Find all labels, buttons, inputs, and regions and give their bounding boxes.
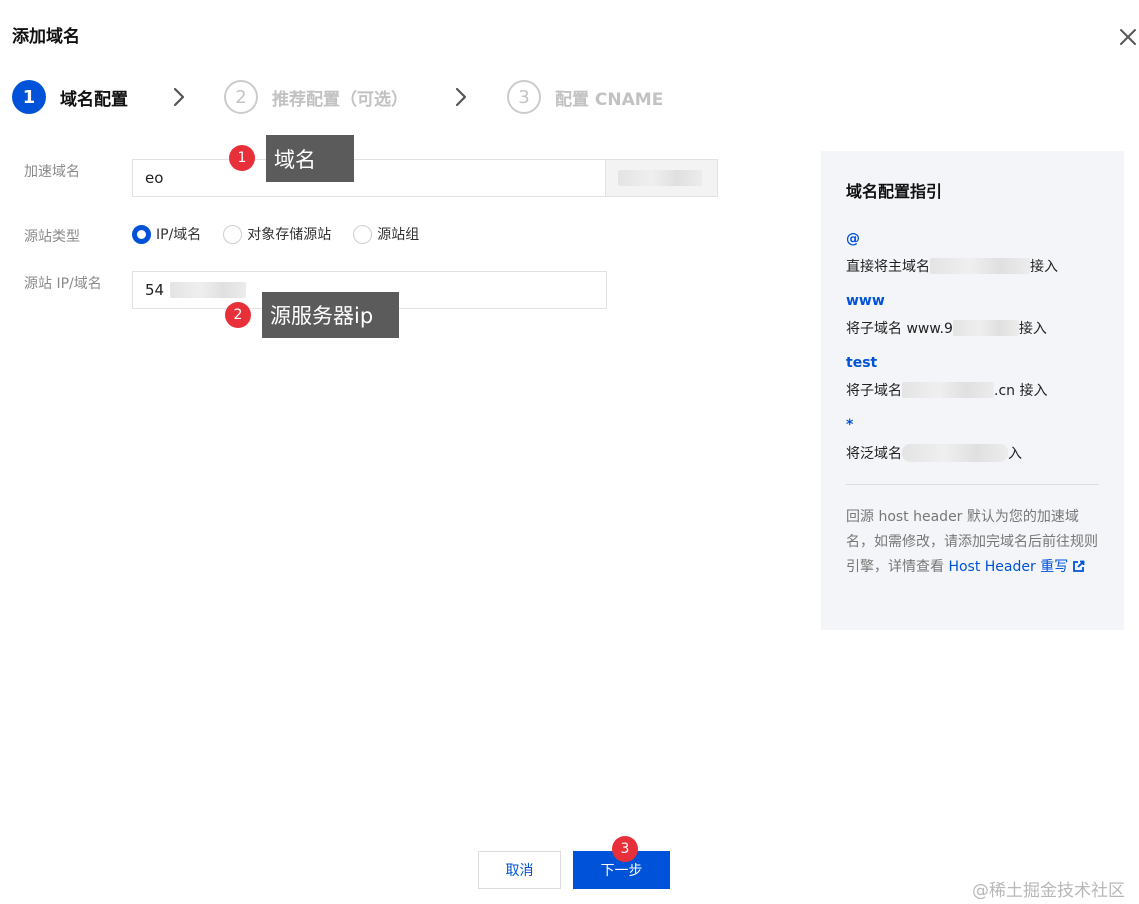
step-label: 配置 CNAME xyxy=(555,89,664,110)
guide-divider xyxy=(846,484,1099,485)
guide-desc-text: 直接将主域名 xyxy=(846,259,930,275)
radio-ip-domain[interactable]: IP/域名 xyxy=(132,224,201,244)
step-cname-config[interactable]: 3 配置 CNAME xyxy=(507,80,663,114)
redacted-value xyxy=(618,170,702,186)
radio-checked-icon xyxy=(132,224,151,244)
annotation-badge: 1 xyxy=(229,145,255,171)
guide-desc: 将子域名 www.9 接入 xyxy=(846,318,1047,338)
guide-note: 回源 host header 默认为您的加速域名，如需修改，请添加完域名后前往规… xyxy=(846,505,1102,580)
radio-label: 源站组 xyxy=(377,227,420,243)
redacted-value xyxy=(930,258,1030,274)
close-icon[interactable] xyxy=(1117,26,1139,48)
guide-desc-text: 将子域名 xyxy=(846,383,902,399)
annotation-label: 域名 xyxy=(266,135,354,182)
guide-desc-text: 入 xyxy=(1008,446,1022,462)
guide-desc-text: 接入 xyxy=(1030,259,1058,275)
radio-label: 对象存储源站 xyxy=(247,227,332,243)
guide-key: www xyxy=(846,293,885,309)
domain-label: 加速域名 xyxy=(24,164,80,180)
domain-input-value: eo xyxy=(145,169,164,187)
guide-key: * xyxy=(846,417,854,433)
redacted-value xyxy=(952,320,1019,336)
link-text: Host Header 重写 xyxy=(948,559,1069,575)
radio-object-storage[interactable]: 对象存储源站 xyxy=(223,224,331,244)
origin-label: 源站 IP/域名 xyxy=(24,276,102,292)
guide-key: test xyxy=(846,355,878,371)
guide-desc-text: 接入 xyxy=(1018,321,1047,337)
guide-desc: 将子域名 .cn 接入 xyxy=(846,380,1047,400)
radio-unchecked-icon xyxy=(223,224,243,244)
step-recommended-config[interactable]: 2 推荐配置（可选） xyxy=(224,80,408,114)
domain-input[interactable]: eo xyxy=(132,159,718,197)
radio-unchecked-icon xyxy=(353,224,373,244)
chevron-right-icon xyxy=(455,87,467,107)
radio-origin-group[interactable]: 源站组 xyxy=(353,224,419,244)
guide-desc: 直接将主域名 接入 xyxy=(846,256,1058,276)
host-header-rewrite-link[interactable]: Host Header 重写 xyxy=(948,559,1085,575)
domain-suffix-select[interactable] xyxy=(605,160,717,196)
step-number: 3 xyxy=(507,80,541,114)
chevron-right-icon xyxy=(173,87,185,107)
redacted-value xyxy=(902,382,994,398)
origin-type-label: 源站类型 xyxy=(24,229,80,245)
domain-config-guide: 域名配置指引 @ 直接将主域名 接入 www 将子域名 www.9 接入 tes… xyxy=(821,151,1124,630)
origin-type-radio-group: IP/域名 对象存储源站 源站组 xyxy=(132,222,441,246)
guide-desc: 将泛域名 入 xyxy=(846,443,1022,463)
cancel-button[interactable]: 取消 xyxy=(478,851,561,889)
external-link-icon xyxy=(1073,560,1085,572)
step-domain-config[interactable]: 1 域名配置 xyxy=(12,80,128,114)
dialog-title: 添加域名 xyxy=(12,27,80,47)
guide-desc-text: 将泛域名 xyxy=(846,446,902,462)
guide-key: @ xyxy=(846,231,860,247)
annotation-badge: 3 xyxy=(612,836,638,862)
step-number: 1 xyxy=(12,80,46,114)
radio-label: IP/域名 xyxy=(156,227,202,243)
redacted-value xyxy=(902,444,1008,462)
annotation-label: 源服务器ip xyxy=(262,292,399,338)
step-number: 2 xyxy=(224,80,258,114)
guide-desc-text: .cn 接入 xyxy=(994,383,1048,399)
annotation-badge: 2 xyxy=(225,302,251,328)
guide-title: 域名配置指引 xyxy=(846,182,943,201)
watermark: @稀土掘金技术社区 xyxy=(972,881,1125,901)
step-label: 域名配置 xyxy=(60,89,128,110)
guide-desc-text: 将子域名 www.9 xyxy=(846,321,953,337)
step-label: 推荐配置（可选） xyxy=(272,89,408,110)
origin-input-value: 54 xyxy=(145,281,165,299)
redacted-value xyxy=(170,282,247,298)
